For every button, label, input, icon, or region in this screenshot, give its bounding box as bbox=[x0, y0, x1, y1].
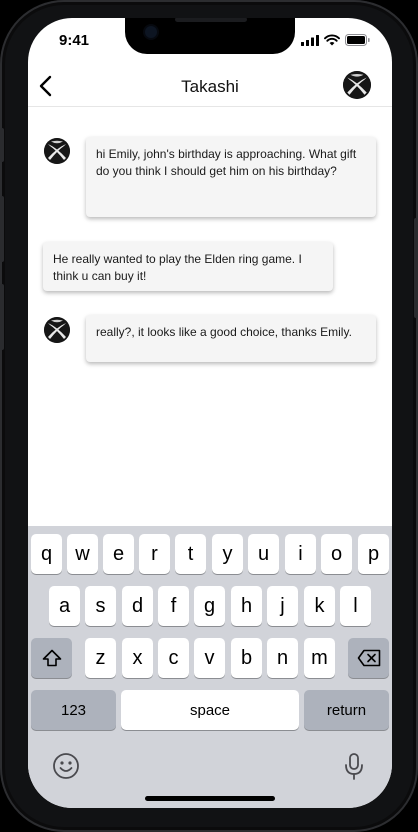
sender-avatar[interactable] bbox=[44, 317, 70, 343]
key-w[interactable]: w bbox=[67, 534, 98, 574]
key-d[interactable]: d bbox=[122, 586, 153, 626]
cellular-signal-icon bbox=[301, 34, 319, 46]
key-f[interactable]: f bbox=[158, 586, 189, 626]
return-key[interactable]: return bbox=[304, 690, 389, 730]
key-e[interactable]: e bbox=[103, 534, 134, 574]
key-k[interactable]: k bbox=[304, 586, 335, 626]
key-r[interactable]: r bbox=[139, 534, 170, 574]
volume-up-button bbox=[0, 196, 4, 262]
message-bubble[interactable]: hi Emily, john's birthday is approaching… bbox=[86, 137, 376, 217]
key-c[interactable]: c bbox=[158, 638, 189, 678]
battery-icon bbox=[345, 34, 370, 46]
phone-screen: 9:41 Takashi hi Emily, john's birthday i… bbox=[28, 18, 392, 808]
key-g[interactable]: g bbox=[194, 586, 225, 626]
key-i[interactable]: i bbox=[285, 534, 316, 574]
emoji-button[interactable] bbox=[52, 752, 80, 780]
key-l[interactable]: l bbox=[340, 586, 371, 626]
key-z[interactable]: z bbox=[85, 638, 116, 678]
emoji-icon bbox=[53, 753, 79, 779]
shift-icon bbox=[42, 649, 61, 667]
xbox-logo-icon bbox=[44, 317, 70, 343]
backspace-icon bbox=[357, 649, 380, 667]
microphone-icon bbox=[345, 753, 363, 780]
key-q[interactable]: q bbox=[31, 534, 62, 574]
volume-down-button bbox=[0, 284, 4, 350]
wifi-icon bbox=[324, 34, 340, 46]
delete-key[interactable] bbox=[348, 638, 389, 678]
key-u[interactable]: u bbox=[248, 534, 279, 574]
front-camera bbox=[145, 26, 157, 38]
message-bubble[interactable]: He really wanted to play the Elden ring … bbox=[43, 242, 333, 291]
key-s[interactable]: s bbox=[85, 586, 116, 626]
key-y[interactable]: y bbox=[212, 534, 243, 574]
contact-name: Takashi bbox=[181, 77, 239, 96]
key-v[interactable]: v bbox=[194, 638, 225, 678]
sender-avatar[interactable] bbox=[44, 138, 70, 164]
power-button bbox=[414, 218, 418, 318]
notch bbox=[125, 18, 295, 54]
key-t[interactable]: t bbox=[175, 534, 206, 574]
mute-switch bbox=[0, 128, 4, 162]
xbox-logo-icon bbox=[343, 71, 371, 99]
numbers-key[interactable]: 123 bbox=[31, 690, 116, 730]
keyboard: q w e r t y u i o p a s d f g h j k l z … bbox=[28, 526, 392, 808]
status-icons bbox=[301, 34, 370, 46]
key-h[interactable]: h bbox=[231, 586, 262, 626]
key-x[interactable]: x bbox=[122, 638, 153, 678]
key-b[interactable]: b bbox=[231, 638, 262, 678]
key-a[interactable]: a bbox=[49, 586, 80, 626]
phone-frame: 9:41 Takashi hi Emily, john's birthday i… bbox=[0, 0, 418, 832]
key-p[interactable]: p bbox=[358, 534, 389, 574]
status-time: 9:41 bbox=[59, 32, 90, 49]
message-bubble[interactable]: really?, it looks like a good choice, th… bbox=[86, 315, 376, 362]
shift-key[interactable] bbox=[31, 638, 72, 678]
key-n[interactable]: n bbox=[267, 638, 298, 678]
chat-header: Takashi bbox=[28, 68, 392, 107]
dictation-button[interactable] bbox=[342, 752, 366, 782]
speaker-grille bbox=[175, 18, 247, 22]
home-indicator[interactable] bbox=[145, 796, 275, 801]
key-m[interactable]: m bbox=[304, 638, 335, 678]
contact-avatar[interactable] bbox=[343, 71, 371, 99]
xbox-logo-icon bbox=[44, 138, 70, 164]
key-o[interactable]: o bbox=[321, 534, 352, 574]
space-key[interactable]: space bbox=[121, 690, 299, 730]
key-j[interactable]: j bbox=[267, 586, 298, 626]
